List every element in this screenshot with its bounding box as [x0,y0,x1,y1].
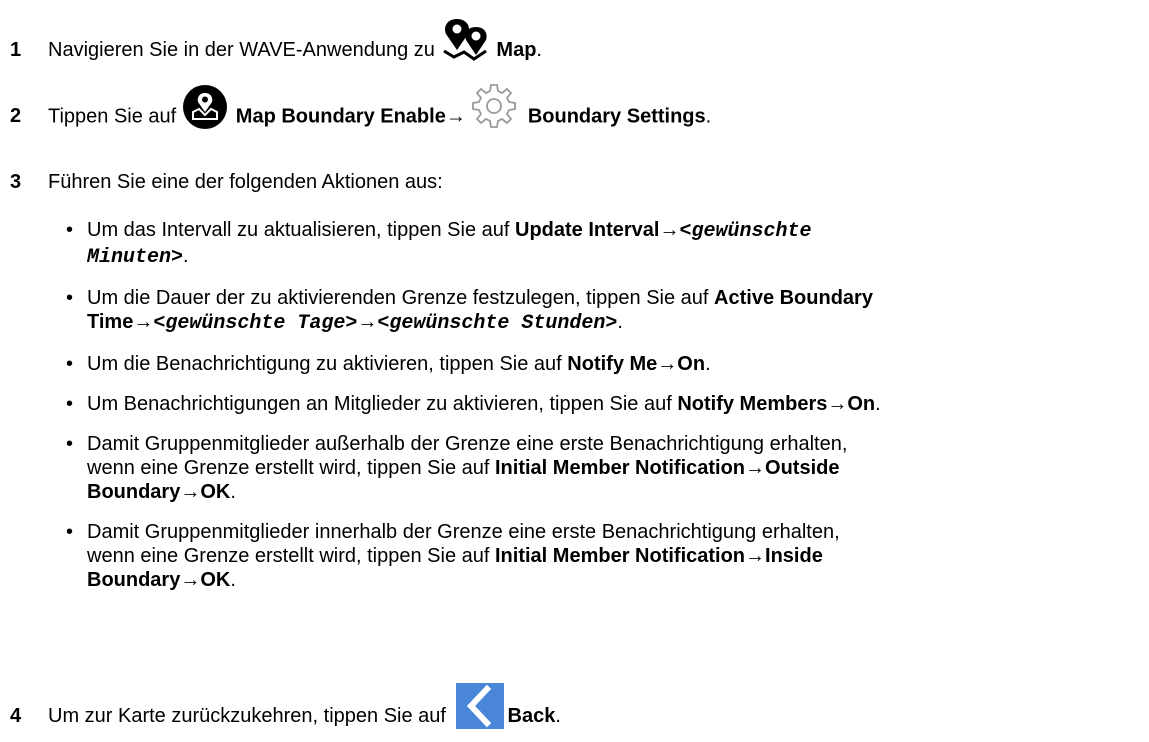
step-text: Navigieren Sie in der WAVE-Anwendung zu [48,39,441,61]
step-1: 1 Navigieren Sie in der WAVE-Anwendung zu… [10,18,542,63]
map-label: Map [496,39,537,61]
step-number: 3 [10,171,22,193]
option-label: Notify Me [567,353,658,375]
boundary-settings-label: Boundary Settings [527,105,706,128]
step-text: Um zur Karte zurückzukehren, tippen Sie … [48,705,452,727]
arrow: → [445,105,466,128]
step-number: 4 [10,705,22,727]
list-item: Um die Benachrichtigung zu aktivieren, t… [66,352,1136,376]
list-item: Damit Gruppenmitglieder innerhalb der Gr… [66,520,1136,592]
list-item: Damit Gruppenmitglieder außerhalb der Gr… [66,432,1136,504]
instruction-page: 1 Navigieren Sie in der WAVE-Anwendung zu… [0,0,1149,742]
option-label: Initial Member Notification [495,545,746,567]
back-label: Back [507,705,556,727]
map-boundary-enable-icon [182,84,228,130]
list-item: Um Benachrichtigungen an Mitglieder zu a… [66,392,1136,416]
map-pins-icon [440,17,490,63]
step-3: 3 Führen Sie eine der folgenden Aktionen … [10,170,443,194]
step-2: 2 Tippen Sie auf Map Boundary Enable→ Boun… [10,84,711,130]
step-number: 1 [10,39,22,61]
action-list: Um das Intervall zu aktualisieren, tippe… [66,218,1136,608]
option-label: Update Interval [515,219,660,241]
list-item: Um die Dauer der zu aktivierenden Grenze… [66,286,1136,336]
step-4: 4 Um zur Karte zurückzukehren, tippen Sie… [10,682,561,729]
step-number: 2 [10,105,22,128]
step-text: Führen Sie eine der folgenden Aktionen a… [48,171,443,193]
option-label: Initial Member Notification [495,457,746,479]
step-text: Tippen Sie auf [48,105,182,128]
gear-icon [470,81,518,129]
back-chevron-icon [455,682,504,729]
list-item: Um das Intervall zu aktualisieren, tippe… [66,218,1136,270]
map-boundary-enable-label: Map Boundary Enable [235,105,446,128]
option-label: Active Boundary [714,287,873,309]
option-label: Notify Members [677,393,828,415]
